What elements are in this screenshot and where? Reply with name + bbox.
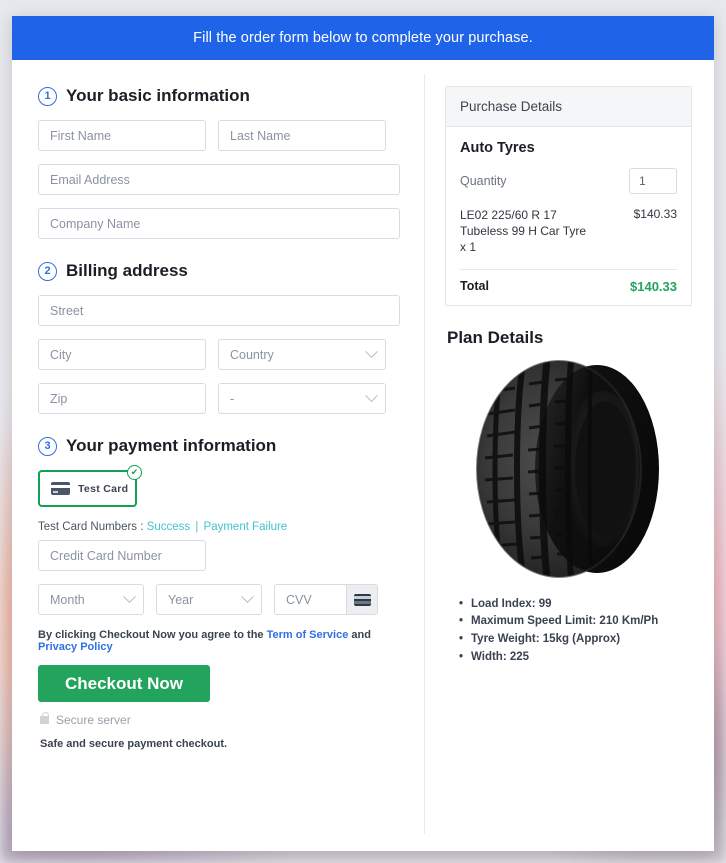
email-input[interactable]: Email Address (38, 164, 400, 195)
year-select-value: Year (168, 592, 194, 607)
quantity-label: Quantity (460, 174, 507, 188)
company-input[interactable]: Company Name (38, 208, 400, 239)
step-3-title: Your payment information (66, 436, 277, 455)
terms-agreement: By clicking Checkout Now you agree to th… (38, 629, 400, 653)
test-numbers-prefix: Test Card Numbers : (38, 521, 144, 533)
test-card-label: Test Card (78, 482, 129, 495)
total-label: Total (460, 279, 489, 294)
product-title: Auto Tyres (460, 140, 535, 156)
month-select[interactable]: Month (38, 584, 144, 615)
line-item-name: LE02 225/60 R 17 Tubeless 99 H Car Tyre … (460, 208, 587, 255)
street-input[interactable]: Street (38, 295, 400, 326)
year-select[interactable]: Year (156, 584, 262, 615)
purchase-details-body: Auto Tyres Quantity 1 LE02 225/60 R 17 T… (446, 127, 691, 305)
purchase-details-panel: Purchase Details Auto Tyres Quantity 1 L… (445, 86, 692, 306)
step-3-heading: 3 Your payment information (38, 436, 400, 456)
privacy-policy-link[interactable]: Privacy Policy (38, 641, 113, 653)
name-row: First Name Last Name (38, 120, 400, 151)
purchase-details-header: Purchase Details (446, 87, 691, 127)
step-1-title: Your basic information (66, 86, 250, 105)
email-row: Email Address (38, 164, 400, 195)
list-item: Width: 225 (459, 649, 692, 667)
credit-card-icon (51, 482, 70, 495)
car-tyre-photo (475, 359, 659, 578)
list-item: Load Index: 99 (459, 596, 692, 614)
checkout-button[interactable]: Checkout Now (38, 665, 210, 702)
agreement-prefix: By clicking Checkout Now you agree to th… (38, 629, 264, 641)
test-card-option[interactable]: Test Card ✔ (38, 465, 142, 507)
check-circle-icon: ✔ (127, 465, 142, 480)
plan-details-title: Plan Details (447, 327, 544, 347)
banner: Fill the order form below to complete yo… (12, 16, 714, 60)
chevron-down-icon (365, 345, 378, 359)
quantity-input[interactable]: 1 (629, 168, 677, 194)
link-separator: | (195, 521, 199, 533)
cvv-help-button[interactable] (346, 585, 377, 614)
secure-server-note: Secure server (40, 712, 400, 727)
form-column: 1 Your basic information First Name Last… (12, 60, 424, 851)
step-2-number: 2 (38, 261, 57, 281)
quantity-row: Quantity 1 (460, 168, 677, 194)
cvv-field-group: CVV (274, 584, 378, 615)
step-3-number: 3 (38, 436, 57, 456)
secure-server-text: Secure server (56, 713, 131, 727)
success-link[interactable]: Success (147, 521, 190, 533)
street-row: Street (38, 295, 400, 326)
state-select[interactable]: - (218, 383, 386, 414)
chevron-down-icon (123, 590, 136, 604)
zip-state-row: Zip - (38, 383, 400, 414)
step-1-number: 1 (38, 86, 57, 106)
checkout-card: Fill the order form below to complete yo… (12, 16, 714, 851)
safe-checkout-text: Safe and secure payment checkout. (40, 738, 228, 750)
last-name-input[interactable]: Last Name (218, 120, 386, 151)
total-value: $140.33 (630, 278, 677, 294)
line-item: LE02 225/60 R 17 Tubeless 99 H Car Tyre … (460, 207, 677, 256)
list-item: Tyre Weight: 15kg (Approx) (459, 631, 692, 649)
step-2-heading: 2 Billing address (38, 261, 400, 281)
zip-input[interactable]: Zip (38, 383, 206, 414)
chevron-down-icon (241, 590, 254, 604)
summary-column: Purchase Details Auto Tyres Quantity 1 L… (425, 60, 714, 851)
total-divider (460, 268, 677, 270)
banner-text: Fill the order form below to complete yo… (193, 30, 533, 46)
lock-icon (40, 712, 50, 724)
tyre-spec-list: Load Index: 99 Maximum Speed Limit: 210 … (445, 596, 692, 667)
expiry-cvv-row: Month Year CVV (38, 584, 400, 615)
company-row: Company Name (38, 208, 400, 239)
step-2-title: Billing address (66, 261, 188, 280)
agreement-mid: and (351, 629, 371, 641)
chevron-down-icon (365, 389, 378, 403)
step-1-heading: 1 Your basic information (38, 86, 400, 106)
terms-of-service-link[interactable]: Term of Service (267, 629, 349, 641)
total-row: Total $140.33 (460, 279, 677, 294)
card-back-icon (353, 593, 371, 606)
state-select-value: - (230, 391, 235, 406)
line-item-price: $140.33 (633, 207, 677, 221)
cvv-input[interactable]: CVV (275, 585, 346, 614)
card-number-row: Credit Card Number (38, 540, 400, 571)
first-name-input[interactable]: First Name (38, 120, 206, 151)
city-input[interactable]: City (38, 339, 206, 370)
country-select-value: Country (230, 347, 274, 362)
test-card-numbers-line: Test Card Numbers : Success | Payment Fa… (38, 521, 400, 533)
list-item: Maximum Speed Limit: 210 Km/Ph (459, 613, 692, 631)
month-select-value: Month (50, 592, 85, 607)
payment-failure-link[interactable]: Payment Failure (204, 521, 288, 533)
body-split: 1 Your basic information First Name Last… (12, 60, 714, 851)
credit-card-number-input[interactable]: Credit Card Number (38, 540, 206, 571)
city-country-row: City Country (38, 339, 400, 370)
country-select[interactable]: Country (218, 339, 386, 370)
